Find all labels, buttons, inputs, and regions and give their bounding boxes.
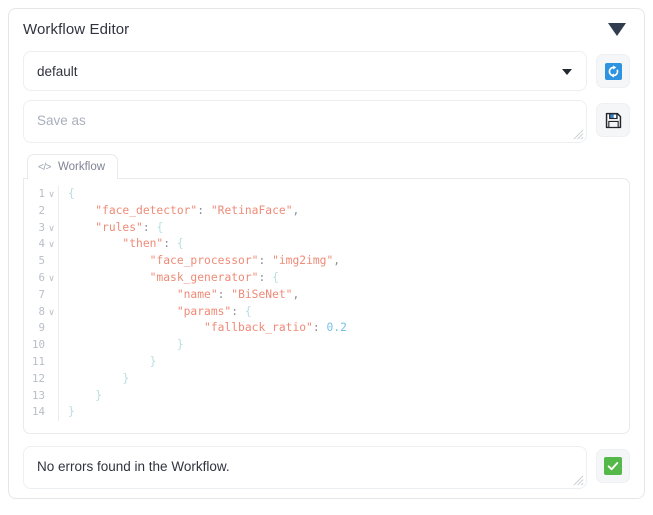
code-line[interactable]: 10 } — [24, 337, 629, 354]
line-number: 2 — [38, 203, 45, 217]
chevron-down-fold-icon[interactable]: ∨ — [45, 270, 58, 287]
code-line-text: } — [122, 371, 130, 385]
code-line-text: "rules": { — [95, 220, 164, 234]
code-editor: </> Workflow 1 ∨{2 "face_detector": "Reti… — [23, 154, 630, 434]
workflow-select-row: default — [9, 51, 644, 91]
gutter-divider — [58, 236, 59, 254]
resize-handle[interactable] — [573, 129, 584, 140]
line-number: 9 — [38, 321, 45, 335]
gutter-divider — [58, 219, 59, 237]
line-number: 10 — [31, 338, 45, 352]
validation-status-output[interactable]: No errors found in the Workflow. — [23, 446, 587, 489]
gutter-divider — [58, 286, 59, 304]
code-line-text: "fallback_ratio": 0.2 — [204, 321, 347, 335]
code-line-text: "mask_generator": { — [149, 270, 279, 284]
code-line-text: "face_processor": "img2img", — [149, 254, 341, 268]
save-workflow-button[interactable] — [596, 103, 630, 137]
gutter-divider — [58, 353, 59, 371]
code-line-text: "then": { — [122, 237, 184, 251]
code-line[interactable]: 8 ∨ "params": { — [24, 303, 629, 321]
gutter-divider — [58, 404, 59, 422]
line-number: 5 — [38, 254, 45, 268]
panel-header: Workflow Editor — [9, 9, 644, 49]
caret-down-icon — [562, 69, 572, 75]
gutter-divider — [58, 320, 59, 338]
tab-workflow[interactable]: </> Workflow — [27, 154, 119, 179]
chevron-down-fold-icon[interactable]: ∨ — [45, 186, 58, 203]
code-line[interactable]: 7 "name": "BiSeNet", — [24, 286, 629, 304]
line-number: 13 — [31, 388, 45, 402]
chevron-down-fold-icon[interactable]: ∨ — [45, 236, 58, 253]
code-line[interactable]: 11 } — [24, 353, 629, 371]
gutter-divider — [58, 387, 59, 405]
page-title: Workflow Editor — [23, 20, 130, 38]
code-line-text: } — [149, 354, 157, 368]
chevron-down-fold-icon[interactable]: ∨ — [45, 304, 58, 321]
tab-workflow-label: Workflow — [57, 161, 106, 173]
code-line-text: } — [176, 338, 184, 352]
gutter-divider — [58, 202, 59, 220]
code-line[interactable]: 14} — [24, 404, 629, 422]
chevron-down-fold-icon[interactable]: ∨ — [45, 220, 58, 237]
code-line[interactable]: 4 ∨ "then": { — [24, 236, 629, 254]
validate-workflow-button[interactable] — [596, 449, 630, 483]
editor-tabbar: </> Workflow — [23, 154, 630, 179]
code-line[interactable]: 3 ∨ "rules": { — [24, 219, 629, 237]
code-line-text: "face_detector": "RetinaFace", — [95, 203, 300, 217]
line-number: 8 — [38, 304, 45, 318]
code-line[interactable]: 5 "face_processor": "img2img", — [24, 253, 629, 270]
gutter-divider — [58, 186, 59, 203]
code-editor-body[interactable]: 1 ∨{2 "face_detector": "RetinaFace", 3 ∨ "r… — [23, 178, 630, 434]
line-number: 7 — [38, 287, 45, 301]
gutter-divider — [58, 337, 59, 354]
code-line-text: } — [68, 405, 75, 419]
code-line[interactable]: 9 "fallback_ratio": 0.2 — [24, 320, 629, 338]
code-line-text: { — [68, 187, 75, 200]
collapse-panel-button[interactable] — [604, 18, 630, 40]
code-line[interactable]: 12 } — [24, 370, 629, 388]
code-lines[interactable]: 1 ∨{2 "face_detector": "RetinaFace", 3 ∨ "r… — [24, 186, 629, 422]
reload-workflow-button[interactable] — [596, 54, 630, 88]
line-number: 12 — [31, 371, 45, 385]
line-number: 6 — [38, 270, 45, 284]
code-line-text: "params": { — [176, 304, 252, 318]
refresh-icon — [604, 62, 622, 80]
code-line[interactable]: 6 ∨ "mask_generator": { — [24, 269, 629, 287]
workflow-select[interactable]: default — [23, 51, 587, 91]
code-line[interactable]: 1 ∨ { — [24, 186, 629, 203]
gutter-divider — [58, 370, 59, 388]
gutter-divider — [58, 303, 59, 321]
code-line[interactable]: 2 "face_detector": "RetinaFace", — [24, 202, 629, 220]
triangle-down-icon — [608, 22, 626, 36]
line-number: 4 — [38, 237, 45, 251]
workflow-select-value: default — [37, 63, 78, 79]
code-line[interactable]: 13 } — [24, 387, 629, 405]
gutter-divider — [58, 253, 59, 270]
floppy-disk-save-icon — [605, 112, 621, 128]
gutter-divider — [58, 269, 59, 287]
status-row: No errors found in the Workflow. — [9, 446, 644, 489]
code-line-text: } — [95, 388, 103, 402]
workflow-editor-panel: Workflow Editor default Save as </> Work… — [8, 8, 645, 499]
validation-status-text: No errors found in the Workflow. — [37, 459, 230, 474]
code-line-text: "name": "BiSeNet", — [176, 287, 300, 301]
resize-handle[interactable] — [573, 475, 584, 486]
save-as-row: Save as — [9, 100, 644, 143]
check-mark-icon — [604, 457, 622, 475]
line-number: 1 — [38, 187, 45, 200]
save-as-placeholder: Save as — [37, 113, 86, 128]
line-number: 11 — [31, 354, 45, 368]
save-as-input[interactable]: Save as — [23, 100, 587, 143]
line-number: 14 — [31, 405, 45, 419]
line-number: 3 — [38, 220, 45, 234]
code-brackets-icon: </> — [38, 161, 51, 173]
